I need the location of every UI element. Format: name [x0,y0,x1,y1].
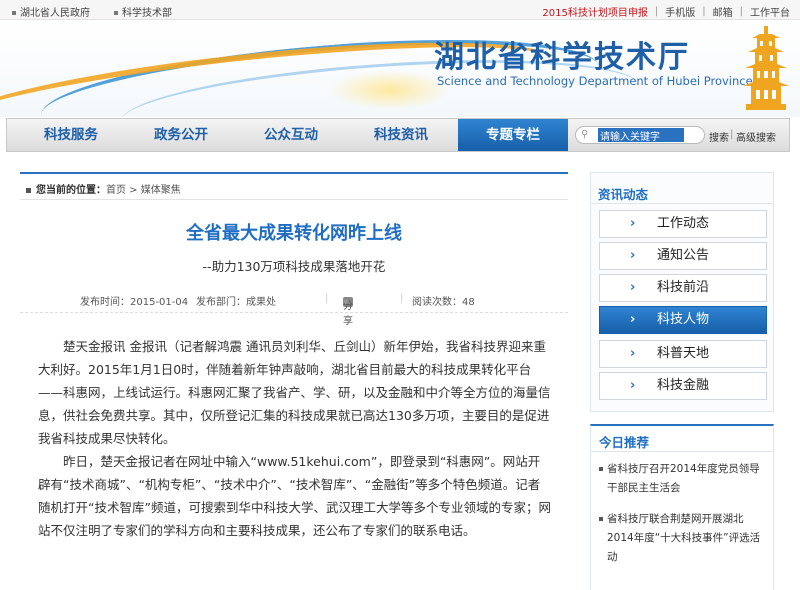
menu-item-label: 工作动态 [657,216,710,231]
nav-public-interaction[interactable]: 公众互动 [241,119,341,151]
top-right-links: 2015科技计划项目申报 | 手机版 | 邮箱 | 工作平台 [542,4,790,19]
link-most[interactable]: 科学技术部 [114,4,172,19]
menu-item-label: 通知公告 [657,248,710,263]
yellow-crane-tower-icon [743,26,789,110]
advanced-search-link[interactable]: 高级搜索 [736,129,776,144]
header-banner: 湖北省科学技术厅 Science and Technology Departme… [0,20,800,117]
separator: | [730,129,734,140]
breadcrumb-path[interactable]: 首页 > 媒体聚焦 [106,185,181,196]
publish-department: 发布部门：成果处 [196,297,276,308]
search-input[interactable] [598,128,684,142]
breadcrumb-label: 您当前的位置： [36,185,106,196]
nav-gov-affairs[interactable]: 政务公开 [131,119,231,151]
square-bullet-icon [599,467,603,471]
search-box: ⚲ [575,126,705,144]
chevron-right-icon: › [630,346,636,361]
link-most-label[interactable]: 科学技术部 [122,8,172,19]
top-left-links: 湖北省人民政府 科学技术部 [12,4,172,19]
chevron-right-icon: › [630,216,636,231]
view-count: 阅读次数：48 [412,297,475,308]
chevron-right-icon: › [630,378,636,393]
chevron-down-icon: ▾ [343,297,349,308]
divider: | [400,293,404,304]
article-meta: 发布时间：2015-01-04 发布部门：成果处 | 分享 ▾ | 阅读次数：4… [20,289,568,327]
menu-item-notices[interactable]: › 通知公告 [599,242,767,270]
news-menu-title: 资讯动态 [598,187,649,202]
main-nav: 科技服务 政务公开 公众互动 科技资讯 专题专栏 ⚲ 搜索 | 高级搜索 [6,118,790,152]
chevron-right-icon: › [630,280,636,295]
nav-tech-service[interactable]: 科技服务 [21,119,121,151]
link-work-platform[interactable]: 工作平台 [750,4,790,19]
recommend-item-label[interactable]: 省科技厅召开2014年度党员领导干部民主生活会 [607,463,760,494]
square-bullet-icon [599,517,603,521]
decorative-glow [330,70,450,110]
recommend-box: 今日推荐 省科技厅召开2014年度党员领导干部民主生活会 省科技厅联合荆楚网开展… [590,424,774,590]
chevron-right-icon: › [630,312,636,327]
link-project-apply[interactable]: 2015科技计划项目申报 [542,4,647,19]
news-menu-box: 资讯动态 › 工作动态 › 通知公告 › 科技前沿 › 科技人物 › 科普天地 › 科技金融 [590,172,774,412]
publish-time: 发布时间：2015-01-04 [80,297,189,308]
menu-item-popular-science[interactable]: › 科普天地 [599,340,767,368]
article-body: 楚天金报讯 金报讯（记者解鸿震 通讯员刘利华、丘剑山）新年伊始，我省科技界迎来重… [38,335,552,542]
link-mobile[interactable]: 手机版 [665,4,695,19]
article-subtitle: --助力130万项科技成果落地开花 [202,259,386,274]
recommend-item[interactable]: 省科技厅联合荆楚网开展湖北2014年度“十大科技事件”评选活动 [599,510,767,567]
recommend-item-label[interactable]: 省科技厅联合荆楚网开展湖北2014年度“十大科技事件”评选活动 [607,513,760,563]
separator: | [739,6,743,17]
article-paragraph: 楚天金报讯 金报讯（记者解鸿震 通讯员刘利华、丘剑山）新年伊始，我省科技界迎来重… [38,339,551,446]
link-mail[interactable]: 邮箱 [713,4,733,19]
breadcrumb: 您当前的位置：首页 > 媒体聚焦 [20,172,568,200]
chevron-right-icon: › [630,248,636,263]
square-bullet-icon [26,187,31,193]
nav-tech-news[interactable]: 科技资讯 [351,119,451,151]
menu-item-finance[interactable]: › 科技金融 [599,372,767,400]
site-title[interactable]: 湖北省科学技术厅 [434,32,690,76]
menu-item-frontier[interactable]: › 科技前沿 [599,274,767,302]
site-title-english: Science and Technology Department of Hub… [437,74,753,88]
menu-item-label: 科技人物 [657,312,710,327]
divider: | [325,293,329,304]
link-hubei-gov-label[interactable]: 湖北省人民政府 [20,8,90,19]
square-bullet-icon [12,11,16,15]
top-bar: 湖北省人民政府 科学技术部 2015科技计划项目申报 | 手机版 | 邮箱 | … [0,0,800,20]
recommend-item[interactable]: 省科技厅召开2014年度党员领导干部民主生活会 [599,460,767,498]
square-bullet-icon [114,11,118,15]
menu-item-label: 科普天地 [657,346,710,361]
search-icon: ⚲ [581,129,589,140]
menu-item-label: 科技前沿 [657,280,710,295]
menu-item-work-news[interactable]: › 工作动态 [599,210,767,238]
divider [591,451,773,452]
menu-item-people[interactable]: › 科技人物 [599,306,767,334]
recommend-title: 今日推荐 [599,435,650,450]
search-button[interactable]: 搜索 [709,129,729,144]
link-hubei-gov[interactable]: 湖北省人民政府 [12,4,90,19]
article-title: 全省最大成果转化网昨上线 [186,223,402,244]
nav-special-topics[interactable]: 专题专栏 [458,119,568,151]
divider [591,203,773,204]
menu-item-label: 科技金融 [657,378,710,393]
separator: | [702,6,706,17]
separator: | [654,6,659,17]
article-paragraph: 昨日，楚天金报记者在网址中输入“www.51kehui.com”，即登录到“科惠… [38,454,551,538]
